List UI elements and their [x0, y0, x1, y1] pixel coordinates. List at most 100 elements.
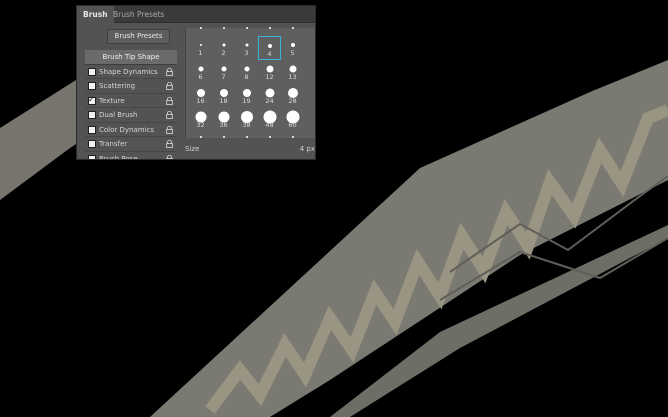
- brush-tip-19[interactable]: 19: [235, 84, 258, 108]
- brush-dot-icon: [289, 65, 296, 73]
- brush-dot-icon: [199, 27, 202, 29]
- option-label: Dual Brush: [99, 111, 138, 119]
- brush-size-label: 48: [265, 121, 274, 129]
- lock-icon[interactable]: [166, 82, 173, 90]
- brush-tip-28[interactable]: 28: [281, 84, 304, 108]
- brush-size-label: 5: [290, 49, 295, 57]
- brush-tip-8[interactable]: 8: [235, 60, 258, 84]
- brush-size-label: 13: [288, 73, 297, 81]
- brush-size-label: 36: [219, 121, 228, 129]
- brush-tip-12[interactable]: 12: [258, 60, 281, 84]
- size-label: Size: [185, 145, 200, 153]
- option-label: Texture: [99, 96, 125, 105]
- option-texture[interactable]: ✓ Texture: [85, 94, 177, 108]
- canvas-edge: [142, 160, 152, 417]
- brush-tip-24[interactable]: 24: [258, 84, 281, 108]
- brush-tip-partial[interactable]: [212, 14, 235, 38]
- brush-dot-icon: [268, 136, 271, 138]
- brush-tip-partial[interactable]: [281, 14, 304, 38]
- brush-tip-7[interactable]: 7: [212, 60, 235, 84]
- option-color-dynamics[interactable]: Color Dynamics: [85, 123, 177, 137]
- brush-tip-60[interactable]: 60: [281, 108, 304, 132]
- option-scattering[interactable]: Scattering: [85, 79, 177, 94]
- brush-dot-icon: [291, 27, 294, 29]
- lock-icon[interactable]: [166, 67, 173, 76]
- brush-dot-icon: [222, 27, 225, 29]
- lock-icon[interactable]: [166, 125, 173, 134]
- brush-tip-48[interactable]: 48: [258, 108, 281, 132]
- checkbox-scattering[interactable]: [88, 82, 96, 90]
- brush-options-list: Brush Tip Shape Shape Dynamics Scattering…: [85, 50, 177, 161]
- brush-dot-icon: [222, 136, 225, 138]
- brush-size-label: 24: [265, 97, 274, 105]
- brush-tip-3[interactable]: 3: [235, 36, 258, 60]
- brush-size-label: 28: [288, 97, 297, 105]
- brush-dot-icon: [198, 66, 203, 72]
- brush-tip-partial[interactable]: [235, 14, 258, 38]
- brush-size-label: 60: [288, 121, 297, 129]
- brush-dot-icon: [222, 43, 225, 47]
- brush-dot-icon: [245, 27, 248, 29]
- brush-dot-icon: [219, 89, 228, 97]
- checkbox-texture[interactable]: ✓: [88, 95, 96, 105]
- lock-icon[interactable]: [166, 96, 173, 105]
- brush-size-label: 4: [267, 50, 272, 58]
- brush-dot-icon: [221, 66, 226, 72]
- option-label: Color Dynamics: [99, 125, 155, 134]
- lock-icon[interactable]: [166, 111, 173, 119]
- brush-size-label: 18: [219, 97, 228, 105]
- brush-size-label: 3: [244, 49, 249, 57]
- brush-size-label: 32: [196, 121, 205, 129]
- brush-tip-1[interactable]: 1: [189, 36, 212, 60]
- checkbox-shape-dynamics[interactable]: [88, 67, 96, 76]
- brush-size-label: 12: [265, 73, 274, 81]
- brush-tip-13[interactable]: 13: [281, 60, 304, 84]
- brush-tip-16[interactable]: 16: [189, 84, 212, 108]
- brush-tip-shape-item[interactable]: Brush Tip Shape: [85, 50, 177, 65]
- brush-size-label: 38: [242, 121, 251, 129]
- lock-icon[interactable]: [166, 140, 173, 148]
- brush-tip-4[interactable]: 4: [258, 36, 281, 60]
- brush-dot-icon: [196, 89, 205, 97]
- option-brush-pose[interactable]: Brush Pose: [85, 152, 177, 161]
- option-dual-brush[interactable]: Dual Brush: [85, 108, 177, 123]
- checkbox-transfer[interactable]: [88, 140, 96, 148]
- brush-tip-partial[interactable]: [189, 14, 212, 38]
- brush-tip-6[interactable]: 6: [189, 60, 212, 84]
- brush-size-label: 1: [198, 49, 203, 57]
- brush-size-label: 8: [244, 73, 249, 81]
- option-label: Shape Dynamics: [99, 67, 158, 76]
- brush-tip-32[interactable]: 32: [189, 108, 212, 132]
- checkbox-dual-brush[interactable]: [88, 111, 96, 119]
- option-label: Transfer: [99, 140, 128, 148]
- size-value[interactable]: 4 px: [300, 145, 315, 153]
- brush-tip-38[interactable]: 38: [235, 108, 258, 132]
- brush-size-label: 16: [196, 97, 205, 105]
- brush-tip-5[interactable]: 5: [281, 36, 304, 60]
- brush-size-label: 19: [242, 97, 251, 105]
- brush-size-label: 6: [198, 73, 203, 81]
- option-label: Brush Pose: [99, 154, 138, 160]
- tab-brush-presets[interactable]: Brush Presets: [107, 6, 170, 23]
- brush-dot-icon: [199, 136, 202, 138]
- option-transfer[interactable]: Transfer: [85, 137, 177, 152]
- checkbox-color-dynamics[interactable]: [88, 125, 96, 134]
- brush-dot-icon: [267, 44, 272, 48]
- option-label: Scattering: [99, 82, 136, 90]
- option-shape-dynamics[interactable]: Shape Dynamics: [85, 65, 177, 79]
- brush-dot-icon: [290, 43, 295, 47]
- brush-presets-button[interactable]: Brush Presets: [107, 29, 170, 44]
- brush-tip-18[interactable]: 18: [212, 84, 235, 108]
- size-row: Size 4 px: [185, 145, 315, 157]
- brush-tip-36[interactable]: 36: [212, 108, 235, 132]
- brush-dot-icon: [245, 136, 248, 138]
- brush-dot-icon: [244, 66, 249, 72]
- brush-dot-icon: [266, 65, 273, 73]
- brush-tip-partial[interactable]: [258, 14, 281, 38]
- checkbox-brush-pose[interactable]: [88, 154, 96, 159]
- brush-dot-icon: [268, 27, 271, 29]
- lock-icon[interactable]: [166, 154, 173, 161]
- brush-tip-2[interactable]: 2: [212, 36, 235, 60]
- brush-panel: Brush Brush Presets Brush Presets Brush …: [76, 5, 316, 160]
- brush-dot-icon: [199, 44, 202, 46]
